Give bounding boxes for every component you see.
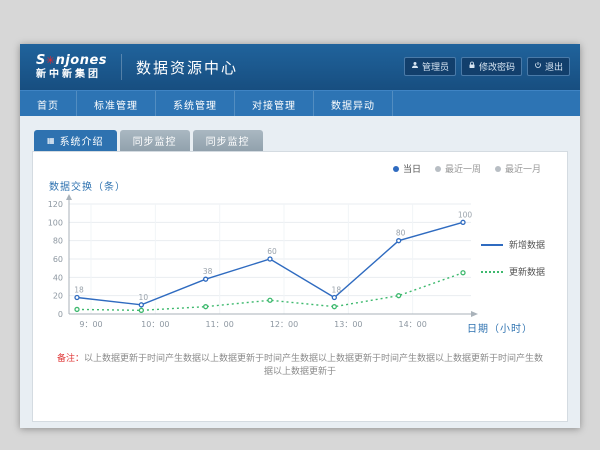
header: S✳njones 新中新集团 数据资源中心 管理员 修改密码 [20,44,580,90]
footnote: 备注：以上数据更新于时间产生数据以上数据更新于时间产生数据以上数据更新于时间产生… [33,351,567,377]
legend-updated-data-label: 更新数据 [509,265,545,278]
svg-text:10: 10 [139,293,149,302]
svg-text:40: 40 [53,273,63,282]
svg-text:18: 18 [74,286,84,295]
svg-text:0: 0 [58,310,63,319]
app-title: 数据资源中心 [136,57,238,78]
tab-bar: ▦ 系统介绍 同步监控 同步监控 [32,130,568,151]
legend-new-data[interactable]: 新增数据 [481,238,545,251]
svg-text:12：00: 12：00 [270,320,298,329]
admin-button[interactable]: 管理员 [404,57,456,76]
svg-text:18: 18 [332,286,342,295]
tab-sync-monitor-1[interactable]: 同步监控 [120,130,190,151]
filter-dot [435,166,441,172]
svg-text:20: 20 [53,292,63,301]
lock-icon [468,61,476,72]
nav-item-home[interactable]: 首页 [20,91,77,117]
svg-text:10：00: 10：00 [141,320,169,329]
svg-text:14：00: 14：00 [398,320,426,329]
logout-button[interactable]: 退出 [527,57,570,76]
logo-subtitle: 新中新集团 [36,69,107,80]
footnote-label: 备注： [57,354,84,364]
filter-last-week[interactable]: 最近一周 [435,162,481,175]
filter-today-label: 当日 [403,162,421,175]
filter-last-month-label: 最近一月 [505,162,541,175]
legend-updated-data[interactable]: 更新数据 [481,265,545,278]
filter-today[interactable]: 当日 [393,162,421,175]
change-password-label: 修改密码 [479,60,515,73]
svg-text:13：00: 13：00 [334,320,362,329]
svg-text:80: 80 [396,229,406,238]
chart-panel: 当日 最近一周 最近一月 数据交换（条） 0 20 40 60 80 100 120 9：00… [32,151,568,422]
nav-item-standard-mgmt[interactable]: 标准管理 [77,91,156,117]
logout-label: 退出 [545,60,563,73]
filter-dot [495,166,501,172]
filter-last-week-label: 最近一周 [445,162,481,175]
grid-icon: ▦ [47,137,56,145]
nav-item-connect-mgmt[interactable]: 对接管理 [235,91,314,117]
nav-item-data-change[interactable]: 数据异动 [314,91,393,117]
time-filter-legend: 当日 最近一周 最近一月 [393,162,541,175]
svg-text:9：00: 9：00 [79,320,102,329]
tab-sync-monitor-2[interactable]: 同步监控 [193,130,263,151]
power-icon [534,61,542,72]
tab-sync-monitor-2-label: 同步监控 [206,133,250,148]
user-icon [411,61,419,72]
app-window: S✳njones 新中新集团 数据资源中心 管理员 修改密码 [20,44,580,428]
filter-last-month[interactable]: 最近一月 [495,162,541,175]
tab-sync-monitor-1-label: 同步监控 [133,133,177,148]
svg-text:100: 100 [458,210,473,219]
logo-wordmark: S✳njones [36,54,107,68]
filter-dot [393,166,399,172]
dotted-line-icon [481,271,503,273]
tab-system-intro[interactable]: ▦ 系统介绍 [34,130,117,151]
footnote-text: 以上数据更新于时间产生数据以上数据更新于时间产生数据以上数据更新于时间产生数据以… [84,354,543,377]
solid-line-icon [481,244,503,246]
line-chart: 0 20 40 60 80 100 120 9：00 10：00 11：00 12：00 13：00 1… [37,192,481,342]
x-axis-title: 日期（小时） [467,320,533,335]
svg-text:100: 100 [48,218,63,227]
svg-text:120: 120 [48,200,63,209]
y-axis-title: 数据交换（条） [49,178,126,193]
svg-text:38: 38 [203,267,213,276]
change-password-button[interactable]: 修改密码 [461,57,522,76]
logo-flower-icon: ✳ [46,54,56,67]
content-area: ▦ 系统介绍 同步监控 同步监控 当日 最近一周 [20,116,580,428]
tab-system-intro-label: 系统介绍 [60,133,104,148]
admin-button-label: 管理员 [422,60,449,73]
main-nav: 首页 标准管理 系统管理 对接管理 数据异动 [20,90,580,117]
company-logo: S✳njones 新中新集团 [36,54,107,79]
svg-text:80: 80 [53,237,63,246]
header-actions: 管理员 修改密码 退出 [404,57,570,76]
svg-text:60: 60 [53,255,63,264]
header-divider [121,54,122,80]
svg-text:60: 60 [267,247,277,256]
nav-item-system-mgmt[interactable]: 系统管理 [156,91,235,117]
legend-new-data-label: 新增数据 [509,238,545,251]
series-legend: 新增数据 更新数据 [481,238,545,278]
svg-text:11：00: 11：00 [205,320,233,329]
